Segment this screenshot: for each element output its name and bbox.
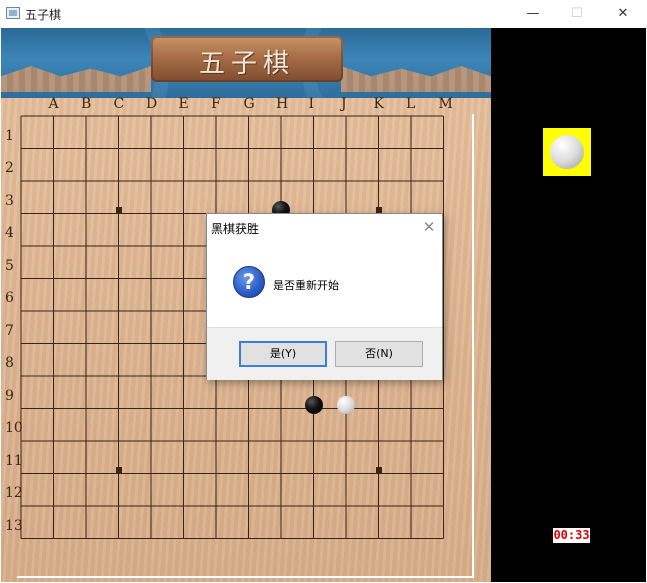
column-label-d: D (146, 96, 158, 112)
close-button[interactable]: ✕ (600, 0, 646, 28)
star-point (375, 206, 382, 213)
row-label-7: 7 (5, 322, 14, 339)
column-label-f: F (211, 96, 221, 112)
row-label-2: 2 (5, 160, 14, 176)
row-label-11: 11 (5, 452, 23, 469)
row-label-12: 12 (5, 485, 23, 501)
column-label-i: I (308, 96, 315, 112)
row-label-8: 8 (5, 355, 14, 371)
game-timer: 00:33 (553, 528, 590, 543)
black-stone (304, 395, 323, 414)
row-label-1: 1 (5, 127, 14, 144)
row-label-6: 6 (5, 290, 14, 306)
side-panel: 00:33 (491, 28, 646, 582)
column-label-j: J (341, 96, 347, 112)
row-label-5: 5 (5, 257, 14, 274)
row-label-13: 13 (5, 517, 23, 534)
window-title: 五子棋 (25, 8, 62, 22)
column-label-e: E (178, 96, 189, 112)
banner-title: 五子棋 (198, 49, 295, 79)
star-point (115, 466, 122, 473)
column-label-k: K (373, 96, 384, 112)
current-turn-indicator (543, 128, 591, 176)
row-label-10: 10 (5, 420, 23, 436)
column-label-c: C (113, 96, 125, 112)
maximize-button[interactable]: ☐ (554, 0, 600, 28)
yes-button[interactable]: 是(Y) (239, 341, 327, 367)
app-icon (6, 7, 20, 19)
column-label-a: A (48, 96, 59, 112)
white-stone (337, 395, 355, 414)
title-ribbon: 五子棋 (151, 36, 343, 82)
dialog-close-icon[interactable]: ✕ (419, 217, 439, 237)
column-label-l: L (406, 96, 416, 112)
minimize-button[interactable]: — (510, 0, 556, 28)
row-label-4: 4 (5, 225, 14, 241)
app-window: 五子棋 — ☐ ✕ 五子棋 A B C D E F G H I J K L M 1 2 3 4 5 6 7 8 9 10 11… (0, 0, 647, 583)
question-icon: ? (233, 266, 265, 298)
row-label-9: 9 (5, 387, 14, 404)
white-stone-icon (550, 135, 584, 169)
column-label-b: B (81, 96, 92, 112)
dialog-title: 黑棋获胜 (211, 222, 260, 236)
star-point (115, 206, 122, 213)
no-button[interactable]: 否(N) (335, 341, 423, 367)
win-dialog: 黑棋获胜 ✕ ? 是否重新开始 是(Y) 否(N) (206, 213, 443, 380)
banner: 五子棋 (1, 28, 491, 98)
star-point (375, 466, 382, 473)
column-label-m: M (438, 96, 453, 112)
row-label-3: 3 (5, 192, 14, 209)
column-label-h: H (276, 96, 289, 112)
title-bar[interactable]: 五子棋 — ☐ ✕ (0, 0, 647, 29)
dialog-message: 是否重新开始 (273, 279, 339, 292)
column-label-g: G (243, 96, 255, 112)
dialog-footer: 是(Y) 否(N) (207, 327, 442, 380)
